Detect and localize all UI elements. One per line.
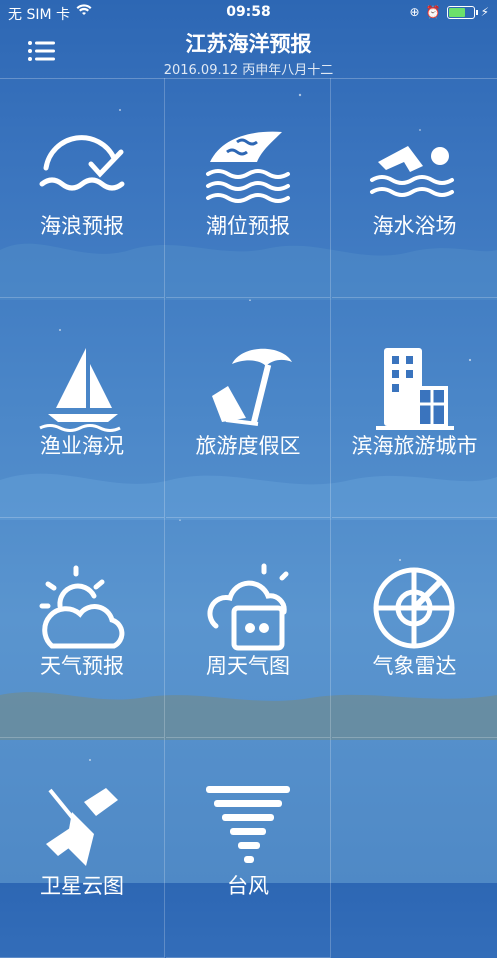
feature-grid: 海浪预报 潮位预报 海水浴场 渔业海况 旅游度假区 滨海旅游城市 天气预报 周天… <box>0 78 497 958</box>
tile-label: 台风 <box>227 874 269 898</box>
radar-icon <box>373 567 455 649</box>
sailboat-icon <box>39 348 121 432</box>
page-title: 江苏海洋预报 <box>185 32 312 56</box>
tile-wave-forecast[interactable]: 海浪预报 <box>0 78 165 298</box>
alarm-icon: ⏰ <box>425 5 441 19</box>
status-bar: 无 SIM 卡 09:58 ⊕ ⏰ ⚡ <box>0 0 497 26</box>
tile-label: 旅游度假区 <box>195 434 301 458</box>
charging-icon: ⚡ <box>480 5 489 19</box>
tile-tide-forecast[interactable]: 潮位预报 <box>166 78 331 298</box>
date-subtitle: 2016.09.12 丙申年八月十二 <box>163 63 334 78</box>
tile-weekly-map[interactable]: 周天气图 <box>166 518 331 738</box>
wave-sun-icon <box>39 135 125 191</box>
tile-label: 海水浴场 <box>372 214 457 238</box>
sun-cloud-icon <box>39 565 125 649</box>
app-header: 江苏海洋预报 2016.09.12 丙申年八月十二 <box>0 26 497 79</box>
tile-label: 周天气图 <box>206 654 290 678</box>
beach-umbrella-icon <box>212 348 292 426</box>
tide-icon <box>206 131 290 203</box>
tile-label: 卫星云图 <box>40 874 124 898</box>
tile-coastal-city[interactable]: 滨海旅游城市 <box>332 298 497 518</box>
tile-fishery[interactable]: 渔业海况 <box>0 298 165 518</box>
tile-radar[interactable]: 气象雷达 <box>332 518 497 738</box>
swimmer-icon <box>370 146 454 197</box>
rotation-lock-icon: ⊕ <box>409 5 420 19</box>
tile-label: 海浪预报 <box>40 214 124 238</box>
tile-typhoon[interactable]: 台风 <box>166 738 331 958</box>
tile-label: 滨海旅游城市 <box>351 434 478 458</box>
weather-map-icon <box>207 563 289 651</box>
satellite-icon <box>46 788 118 866</box>
tile-satellite[interactable]: 卫星云图 <box>0 738 165 958</box>
tile-resort[interactable]: 旅游度假区 <box>166 298 331 518</box>
tile-bathing-beach[interactable]: 海水浴场 <box>332 78 497 298</box>
building-icon <box>376 348 454 430</box>
tile-weather-forecast[interactable]: 天气预报 <box>0 518 165 738</box>
typhoon-icon <box>206 786 290 863</box>
tile-label: 天气预报 <box>40 654 124 678</box>
tile-label: 气象雷达 <box>372 654 457 678</box>
tile-label: 潮位预报 <box>206 214 290 238</box>
tile-label: 渔业海况 <box>40 434 124 458</box>
battery-icon <box>446 5 478 19</box>
